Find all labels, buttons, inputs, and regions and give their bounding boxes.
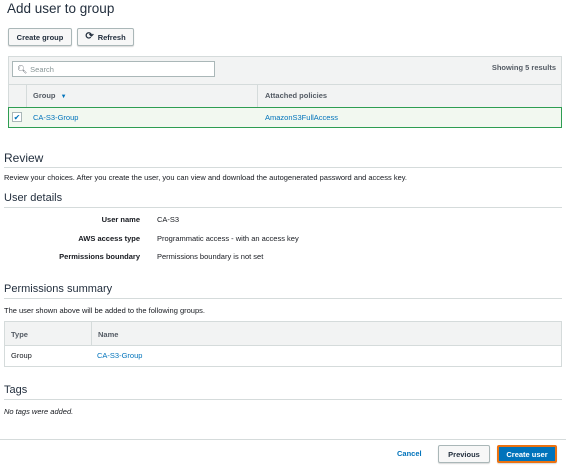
column-divider bbox=[91, 322, 92, 345]
search-icon: 🔍︎ bbox=[17, 64, 28, 74]
access-type-value: Programmatic access - with an access key bbox=[157, 234, 299, 243]
no-tags-text: No tags were added. bbox=[4, 407, 74, 416]
create-group-button[interactable]: Create group bbox=[8, 28, 72, 46]
type-column-header: Type bbox=[11, 330, 28, 339]
group-column-header[interactable]: Group ▼ bbox=[33, 91, 67, 100]
permission-group-link[interactable]: CA-S3-Group bbox=[97, 351, 142, 360]
row-checkbox[interactable]: ✔ bbox=[12, 112, 22, 122]
create-group-label: Create group bbox=[16, 32, 64, 42]
group-column-label: Group bbox=[33, 91, 56, 100]
refresh-label: Refresh bbox=[97, 32, 126, 42]
create-user-label: Create user bbox=[506, 449, 548, 459]
permissions-table-header bbox=[5, 322, 561, 345]
page-title: Add user to group bbox=[7, 1, 115, 16]
divider bbox=[4, 399, 562, 400]
divider bbox=[4, 207, 562, 208]
access-type-label: AWS access type bbox=[78, 234, 140, 243]
permissions-summary-heading: Permissions summary bbox=[4, 283, 113, 295]
user-details-heading: User details bbox=[4, 192, 63, 204]
permissions-summary-description: The user shown above will be added to th… bbox=[4, 306, 205, 315]
refresh-icon: ⟳ bbox=[85, 31, 94, 42]
permissions-boundary-value: Permissions boundary is not set bbox=[157, 252, 264, 261]
previous-button[interactable]: Previous bbox=[438, 445, 490, 463]
group-name-link[interactable]: CA-S3-Group bbox=[33, 113, 78, 122]
user-name-value: CA-S3 bbox=[157, 215, 180, 224]
divider bbox=[4, 298, 562, 299]
permissions-boundary-label: Permissions boundary bbox=[59, 252, 140, 261]
search-placeholder: Search bbox=[30, 64, 54, 74]
policy-link[interactable]: AmazonS3FullAccess bbox=[265, 113, 338, 122]
permission-type: Group bbox=[11, 351, 32, 360]
policies-column-header: Attached policies bbox=[265, 91, 328, 100]
results-count: Showing 5 results bbox=[491, 63, 556, 72]
create-user-button[interactable]: Create user bbox=[497, 445, 557, 463]
refresh-button[interactable]: ⟳ Refresh bbox=[77, 28, 134, 46]
name-column-header: Name bbox=[98, 330, 119, 339]
column-divider bbox=[257, 84, 258, 107]
tags-heading: Tags bbox=[4, 384, 28, 396]
search-input[interactable]: 🔍︎ Search bbox=[12, 61, 215, 77]
user-name-label: User name bbox=[101, 215, 140, 224]
divider bbox=[4, 167, 562, 168]
previous-label: Previous bbox=[448, 449, 480, 459]
review-description: Review your choices. After you create th… bbox=[4, 173, 408, 182]
cancel-button[interactable]: Cancel bbox=[397, 449, 422, 458]
sort-down-icon: ▼ bbox=[60, 94, 67, 100]
checkmark-icon: ✔ bbox=[13, 112, 21, 122]
review-heading: Review bbox=[4, 151, 44, 165]
divider bbox=[5, 345, 561, 346]
footer-divider bbox=[0, 439, 566, 440]
column-divider bbox=[26, 84, 27, 107]
